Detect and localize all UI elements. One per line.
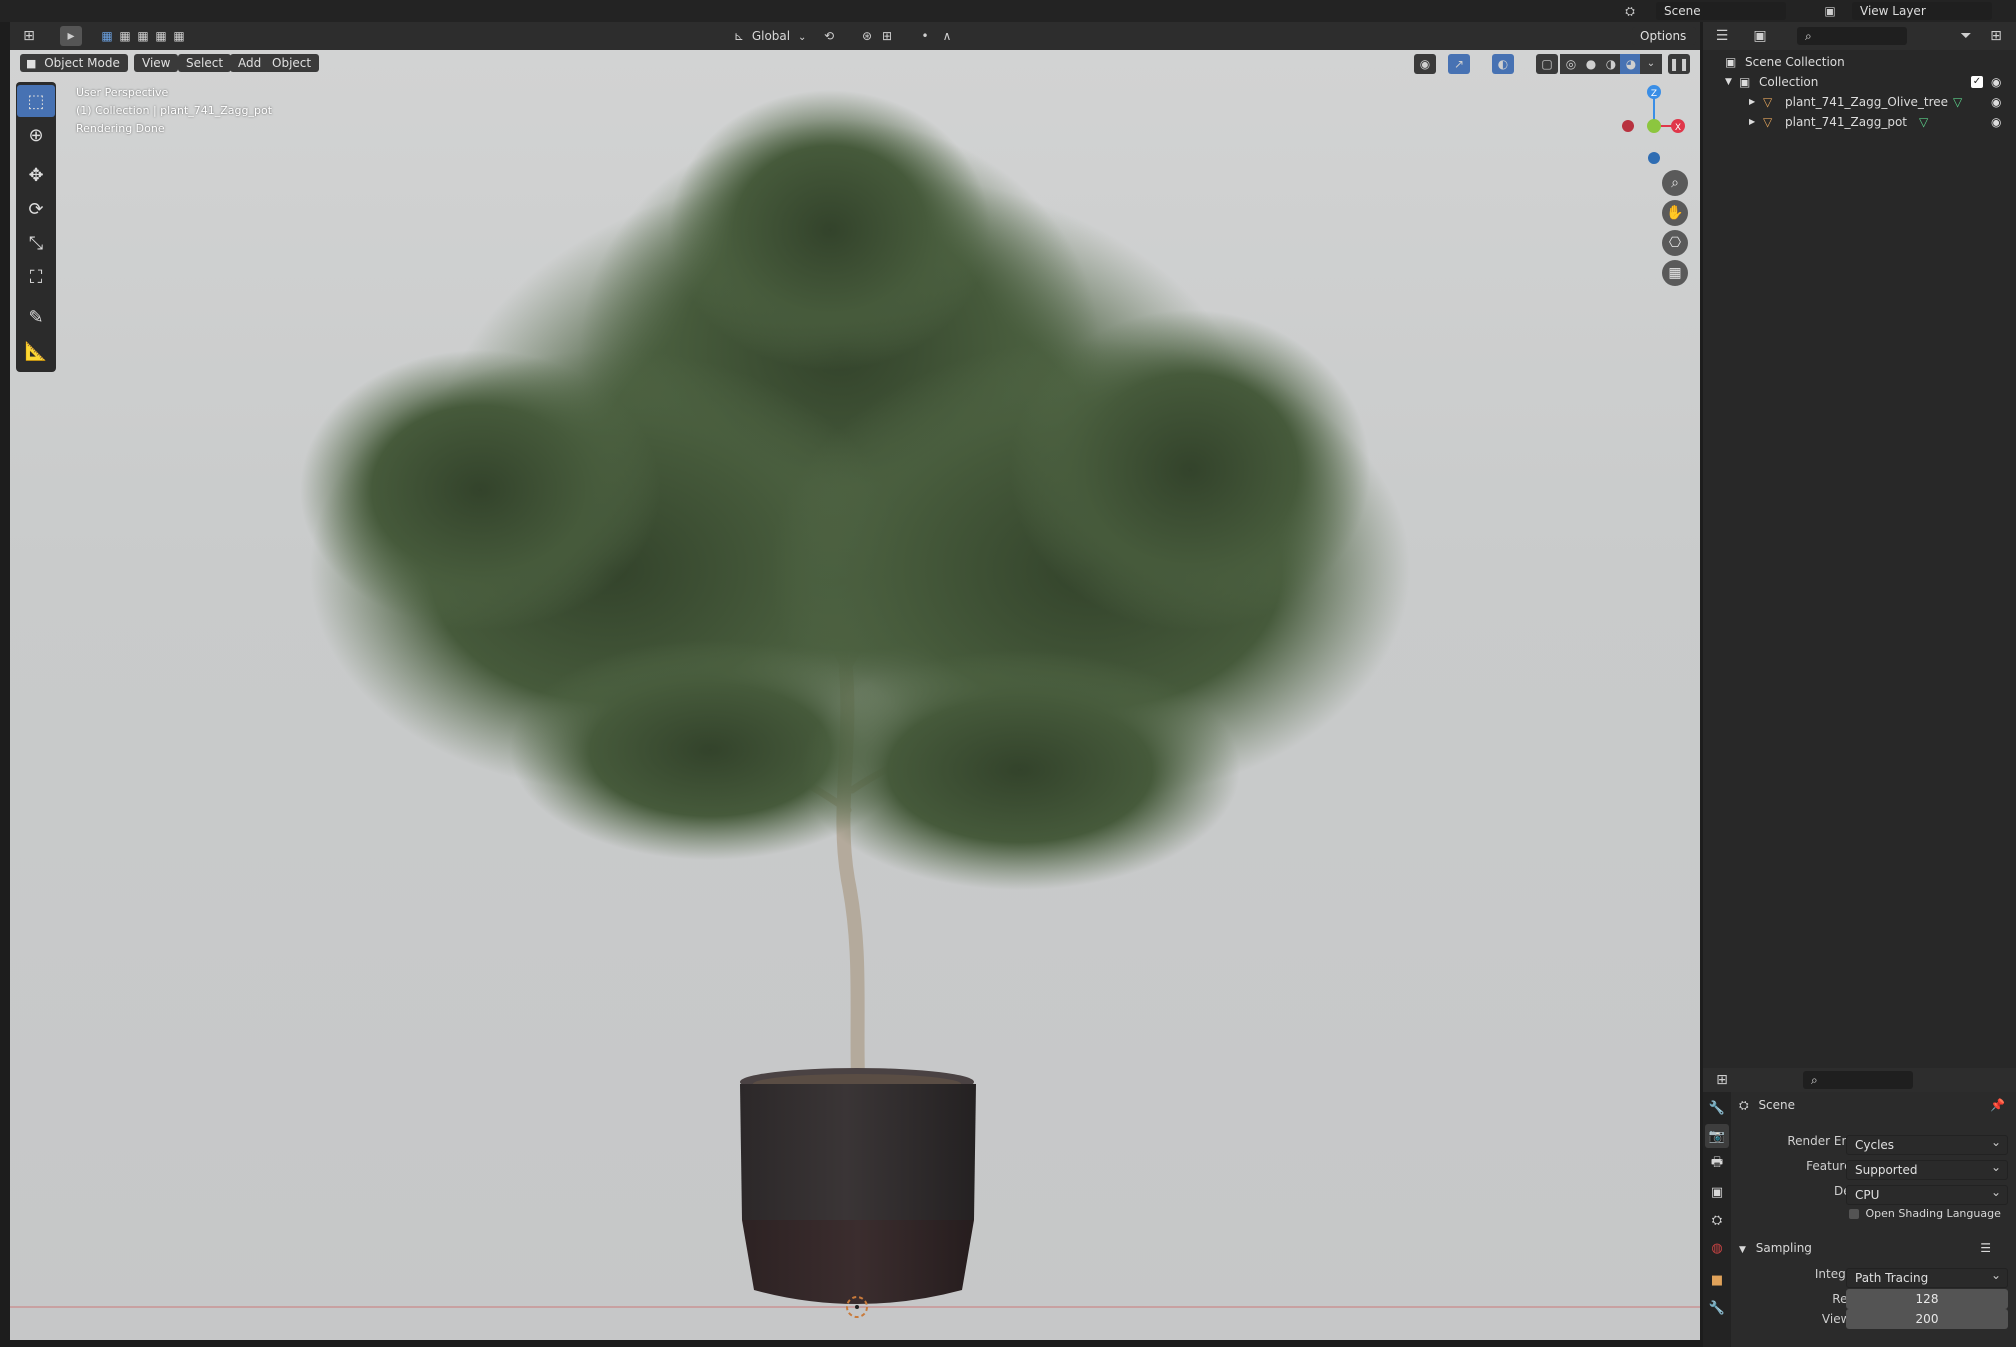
- eye-icon[interactable]: ◉: [1991, 92, 2001, 112]
- view-layer-tab-icon[interactable]: ▣: [1705, 1180, 1729, 1204]
- scene-icon: ⛭: [1739, 1098, 1749, 1112]
- feature-set-dropdown[interactable]: Supported: [1846, 1158, 2008, 1180]
- view-layer-icon: ▣: [1824, 4, 1836, 18]
- render-engine-dropdown[interactable]: Cycles: [1846, 1133, 2008, 1155]
- modifier-tab-icon[interactable]: 🔧: [1705, 1296, 1729, 1320]
- viewport[interactable]: ■ Object Mode ⌄ View Select Add Object ◉…: [10, 50, 1700, 1340]
- properties-editor: ⊞ ⌕ 🔧 📷 🖶 ▣ ⛭ ◍ ■ 🔧 ⛭ Scene 📌 Render Eng…: [1703, 1068, 2016, 1347]
- context-label: Scene: [1758, 1098, 1796, 1112]
- scene-selector[interactable]: ⛭ Scene: [1620, 2, 1800, 20]
- collapse-arrow-icon: ▼: [1739, 1245, 1746, 1255]
- outliner-header: ☰ ▣ ⌕ ⏷ ⊞: [1703, 22, 2016, 50]
- options-label: Options: [1640, 29, 1687, 43]
- checkbox-icon[interactable]: ✓: [1971, 76, 1983, 88]
- presets-icon[interactable]: ☰: [1980, 1238, 1991, 1258]
- mesh-data-icon: ▽: [1953, 95, 1963, 109]
- scene-collection-icon: ▣: [1725, 55, 1737, 69]
- expand-arrow-icon[interactable]: ▶: [1749, 92, 1755, 112]
- scene-icon: ⛭: [1625, 4, 1635, 18]
- osl-label: Open Shading Language: [1865, 1207, 2001, 1220]
- pin-icon[interactable]: 📌: [1990, 1098, 2005, 1112]
- collection-row[interactable]: ▼ ▣ Collection ✓ ◉: [1703, 72, 2016, 92]
- mesh-object-icon: ▽: [1763, 115, 1773, 129]
- mesh-data-icon: ▽: [1919, 115, 1929, 129]
- new-collection-icon[interactable]: ⊞: [1985, 26, 2007, 46]
- outliner-search-input[interactable]: ⌕: [1797, 27, 1907, 45]
- view-layer-selector[interactable]: ▣ View Layer: [1820, 2, 2010, 20]
- tool-tab-icon[interactable]: 🔧: [1705, 1096, 1729, 1120]
- object-tab-icon[interactable]: ■: [1705, 1268, 1729, 1292]
- osl-checkbox-row[interactable]: Open Shading Language: [1849, 1207, 2009, 1223]
- search-icon: ⌕: [1805, 29, 1812, 43]
- osl-checkbox[interactable]: [1849, 1209, 1859, 1219]
- scene-collection-label: Scene Collection: [1745, 55, 1845, 69]
- falloff-icon[interactable]: ∧: [936, 26, 958, 46]
- options-button[interactable]: Options ⌄: [1632, 27, 1696, 61]
- top-bar: ⛭ Scene ▣ View Layer: [0, 0, 2016, 22]
- properties-tabs: 🔧 📷 🖶 ▣ ⛭ ◍ ■ 🔧: [1703, 1092, 1731, 1347]
- view-layer-field[interactable]: View Layer: [1852, 2, 1992, 20]
- scene-name-field[interactable]: Scene: [1656, 2, 1786, 20]
- proportional-edit-icon[interactable]: •: [914, 26, 936, 46]
- tree-foliage: [300, 90, 1410, 890]
- output-tab-icon[interactable]: 🖶: [1705, 1152, 1729, 1176]
- eye-icon[interactable]: ◉: [1991, 72, 2001, 92]
- integrator-dropdown[interactable]: Path Tracing: [1846, 1266, 2008, 1288]
- scene-collection-row[interactable]: ▣ Scene Collection: [1703, 52, 2016, 72]
- viewport-header: ⊞ ▸ ▦ ▦ ▦ ▦ ▦ ⊾ Global ⌄ ⟲ ⊛ ⊞ • ∧ Optio…: [10, 22, 1700, 61]
- expand-arrow-icon[interactable]: ▼: [1725, 72, 1732, 92]
- pivot-icon[interactable]: ⟲: [818, 26, 840, 46]
- scene-tab-icon[interactable]: ⛭: [1705, 1208, 1729, 1232]
- select-mode-intersect-icon[interactable]: ▦: [168, 26, 190, 46]
- world-tab-icon[interactable]: ◍: [1705, 1236, 1729, 1260]
- item-label: plant_741_Zagg_Olive_tree: [1785, 95, 1949, 109]
- display-mode-icon[interactable]: ▣: [1749, 26, 1771, 46]
- render-samples-field[interactable]: 128: [1846, 1289, 2008, 1309]
- snap-icon[interactable]: ⊛: [856, 26, 878, 46]
- item-label: plant_741_Zagg_pot: [1785, 115, 1907, 129]
- device-dropdown[interactable]: CPU: [1846, 1183, 2008, 1205]
- properties-editor-icon[interactable]: ⊞: [1711, 1070, 1733, 1090]
- orientation-icon: ⊾: [733, 29, 745, 43]
- properties-search-input[interactable]: ⌕: [1803, 1071, 1913, 1089]
- outliner-editor-icon[interactable]: ☰: [1711, 26, 1733, 46]
- properties-context: ⛭ Scene 📌: [1739, 1098, 2009, 1118]
- outliner-tree: ▣ Scene Collection ▼ ▣ Collection ✓ ◉ ▶ …: [1703, 52, 2016, 152]
- outliner-item[interactable]: ▶ ▽ plant_741_Zagg_Olive_tree ▽ ◉: [1703, 92, 2016, 112]
- mesh-object-icon: ▽: [1763, 95, 1773, 109]
- outliner: ☰ ▣ ⌕ ⏷ ⊞ ▣ Scene Collection ▼ ▣ Collect…: [1703, 22, 2016, 1070]
- snap-target-icon[interactable]: ⊞: [876, 26, 898, 46]
- search-icon: ⌕: [1811, 1073, 1818, 1087]
- orientation-label: Global: [751, 29, 791, 43]
- eye-icon[interactable]: ◉: [1991, 112, 2001, 132]
- collection-icon: ▣: [1739, 75, 1751, 89]
- rendered-scene: [10, 90, 1700, 1318]
- sampling-panel-header[interactable]: ▼ Sampling ☰: [1739, 1238, 2011, 1258]
- filter-icon[interactable]: ⏷: [1955, 26, 1977, 46]
- render-tab-icon[interactable]: 📷: [1705, 1124, 1729, 1148]
- transform-orientation[interactable]: ⊾ Global ⌄: [730, 26, 812, 46]
- editor-type-icon[interactable]: ⊞: [18, 26, 40, 46]
- sampling-title: Sampling: [1755, 1241, 1812, 1255]
- chevron-down-icon: ⌄: [797, 32, 807, 43]
- tweak-icon[interactable]: ▸: [60, 26, 82, 46]
- viewport-samples-field[interactable]: 200: [1846, 1309, 2008, 1329]
- properties-header: ⊞ ⌕: [1703, 1068, 2016, 1092]
- collection-label: Collection: [1759, 75, 1819, 89]
- expand-arrow-icon[interactable]: ▶: [1749, 112, 1755, 132]
- outliner-item[interactable]: ▶ ▽ plant_741_Zagg_pot ▽ ◉: [1703, 112, 2016, 132]
- plant-pot: [740, 1068, 976, 1318]
